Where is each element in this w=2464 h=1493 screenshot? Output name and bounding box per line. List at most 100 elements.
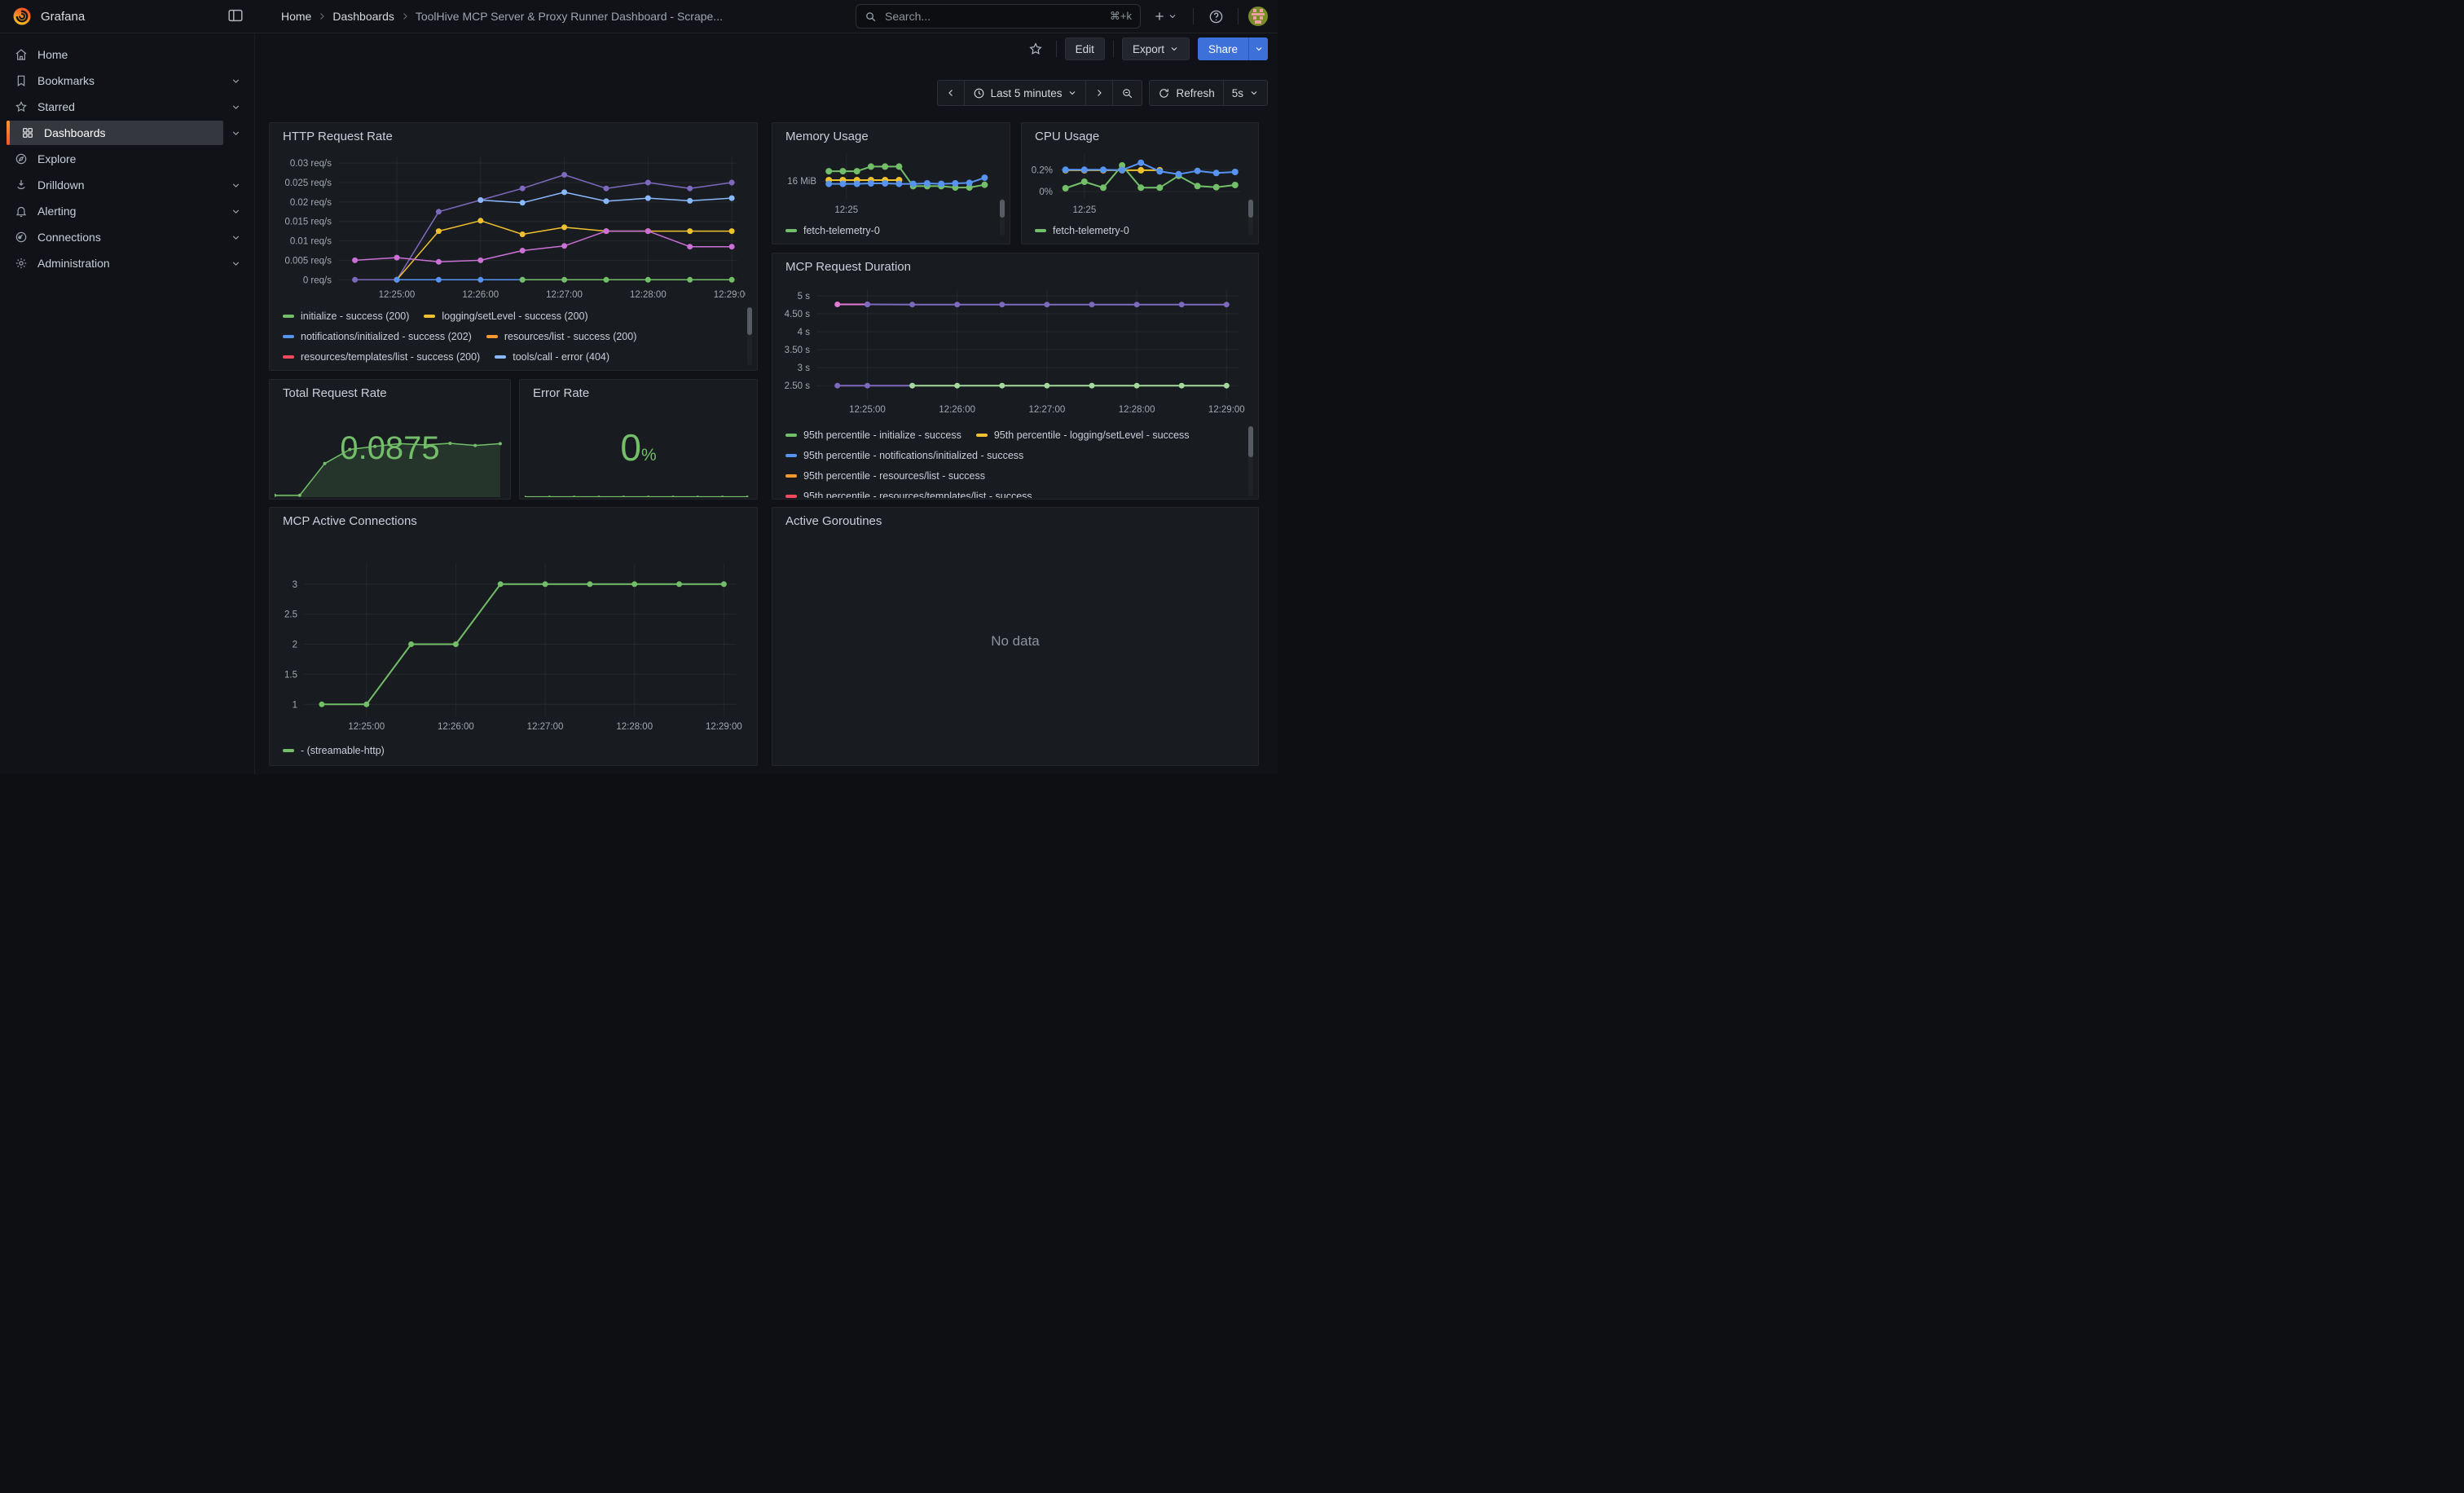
chevron-down-icon[interactable] (223, 258, 248, 269)
svg-text:12:29:00: 12:29:00 (714, 290, 746, 300)
compass-icon (15, 152, 28, 165)
legend-item[interactable]: 95th percentile - resources/list - succe… (785, 470, 985, 482)
time-shift-back-button[interactable] (937, 80, 965, 106)
legend-scrollbar[interactable] (747, 307, 752, 366)
chevron-down-icon[interactable] (223, 206, 248, 217)
legend-row: tools/call - success (200)tools/list - s… (283, 367, 736, 368)
panel-title[interactable]: Memory Usage (772, 123, 1010, 145)
chevron-right-icon (400, 11, 410, 21)
chevron-right-icon (1094, 88, 1104, 98)
legend-scrollbar[interactable] (1248, 426, 1253, 496)
legend-label: 95th percentile - logging/setLevel - suc… (994, 429, 1190, 441)
chevron-down-icon[interactable] (223, 232, 248, 243)
svg-text:0.025 req/s: 0.025 req/s (284, 178, 332, 188)
time-shift-forward-button[interactable] (1085, 80, 1113, 106)
svg-text:12:25:00: 12:25:00 (849, 405, 886, 415)
time-range-label: Last 5 minutes (991, 87, 1063, 99)
search-input[interactable]: ⌘+k (856, 4, 1141, 29)
sidebar-item-bookmarks[interactable]: Bookmarks (7, 68, 248, 93)
svg-text:0.005 req/s: 0.005 req/s (284, 256, 332, 266)
panel-title[interactable]: CPU Usage (1022, 123, 1258, 145)
legend-item[interactable]: tools/call - error (404) (495, 351, 609, 363)
legend-item[interactable]: fetch-telemetry-0 (1035, 225, 1129, 236)
header-actions (1147, 0, 1268, 33)
refresh-interval-picker[interactable]: 5s (1223, 80, 1268, 106)
legend-swatch (1035, 229, 1046, 232)
refresh-button[interactable]: Refresh (1149, 80, 1223, 106)
cpu-legend: fetch-telemetry-0 (1035, 220, 1237, 240)
svg-text:12:27:00: 12:27:00 (1028, 405, 1065, 415)
legend-row: notifications/initialized - success (202… (283, 326, 736, 346)
legend-item[interactable]: 95th percentile - initialize - success (785, 429, 961, 441)
legend-item[interactable]: resources/list - success (200) (486, 331, 637, 342)
sidebar-item-administration[interactable]: Administration (7, 251, 248, 275)
svg-text:3.50 s: 3.50 s (785, 346, 811, 355)
svg-text:0.02 req/s: 0.02 req/s (290, 198, 332, 208)
zoom-out-button[interactable] (1112, 80, 1142, 106)
legend-item[interactable]: fetch-telemetry-0 (785, 225, 880, 236)
legend-item[interactable]: 95th percentile - logging/setLevel - suc… (976, 429, 1190, 441)
share-menu-button[interactable] (1248, 37, 1268, 60)
panel-title[interactable]: HTTP Request Rate (270, 123, 757, 145)
legend-item[interactable]: initialize - success (200) (283, 310, 409, 322)
sidebar-item-home[interactable]: Home (7, 42, 248, 67)
sidebar-toggle-icon[interactable] (227, 7, 244, 24)
user-avatar[interactable] (1248, 7, 1268, 26)
share-button[interactable]: Share (1198, 37, 1248, 60)
panel-title[interactable]: Active Goroutines (772, 508, 1258, 530)
legend-item[interactable]: logging/setLevel - success (200) (424, 310, 587, 322)
favorite-star-icon[interactable] (1023, 37, 1048, 60)
time-range-picker[interactable]: Last 5 minutes (964, 80, 1087, 106)
sidebar-item-starred[interactable]: Starred (7, 95, 248, 119)
sidebar-item-connections[interactable]: Connections (7, 225, 248, 249)
sidebar-item-dashboards[interactable]: Dashboards (7, 121, 248, 145)
http_request_rate-svg: 12:25:0012:26:0012:27:0012:28:0012:29:00… (273, 148, 746, 304)
sidebar-item-drilldown[interactable]: Drilldown (7, 173, 248, 197)
mcp-request-duration-chart: 12:25:0012:26:0012:27:0012:28:0012:29:00… (776, 278, 1247, 421)
memory-legend: fetch-telemetry-0 (785, 220, 988, 240)
edit-label: Edit (1076, 43, 1094, 55)
panel-title[interactable]: Error Rate (520, 380, 757, 402)
refresh-icon (1158, 87, 1170, 99)
legend-swatch (785, 454, 797, 457)
panel-title[interactable]: MCP Request Duration (772, 253, 1258, 275)
legend-row: 95th percentile - initialize - success 95… (785, 425, 1237, 445)
grafana-logo-icon[interactable] (11, 6, 33, 27)
search-field[interactable] (883, 9, 1110, 24)
connections-legend: - (streamable-http) (283, 740, 736, 760)
svg-text:12:26:00: 12:26:00 (438, 722, 474, 732)
chevron-down-icon[interactable] (223, 76, 248, 86)
clock-icon (973, 87, 985, 99)
legend-row: 95th percentile - notifications/initiali… (785, 445, 1237, 465)
legend-item[interactable]: notifications/initialized - success (202… (283, 331, 472, 342)
sidebar-item-explore[interactable]: Explore (7, 147, 248, 171)
legend-item[interactable]: resources/templates/list - success (200) (283, 351, 480, 363)
breadcrumb-home[interactable]: Home (281, 10, 311, 23)
export-label: Export (1133, 43, 1164, 55)
legend-scrollbar[interactable] (1248, 198, 1253, 236)
legend-item[interactable]: - (streamable-http) (283, 745, 385, 756)
zoom-out-icon (1121, 87, 1133, 99)
legend-swatch (495, 355, 506, 359)
panel-title[interactable]: Total Request Rate (270, 380, 510, 402)
svg-text:12:25: 12:25 (1072, 205, 1096, 215)
breadcrumb-dashboards[interactable]: Dashboards (332, 10, 394, 23)
svg-text:1: 1 (293, 700, 297, 710)
dashboard-toolbar: Edit Export Share (1023, 37, 1268, 60)
help-button[interactable] (1203, 5, 1228, 28)
home-icon (15, 48, 28, 61)
legend-item[interactable]: 95th percentile - notifications/initiali… (785, 450, 1023, 461)
add-menu-button[interactable] (1147, 5, 1183, 28)
legend-scrollbar[interactable] (1000, 198, 1005, 236)
chevron-down-icon[interactable] (223, 102, 248, 112)
chevron-down-icon[interactable] (223, 128, 248, 139)
edit-button[interactable]: Edit (1065, 37, 1105, 60)
sidebar-item-label: Administration (37, 257, 110, 270)
legend-swatch (785, 229, 797, 232)
chevron-down-icon[interactable] (223, 180, 248, 191)
legend-item[interactable]: 95th percentile - resources/templates/li… (785, 491, 1032, 499)
export-button[interactable]: Export (1122, 37, 1190, 60)
sidebar-item-alerting[interactable]: Alerting (7, 199, 248, 223)
panel-title[interactable]: MCP Active Connections (270, 508, 757, 530)
svg-text:2.5: 2.5 (284, 610, 297, 620)
